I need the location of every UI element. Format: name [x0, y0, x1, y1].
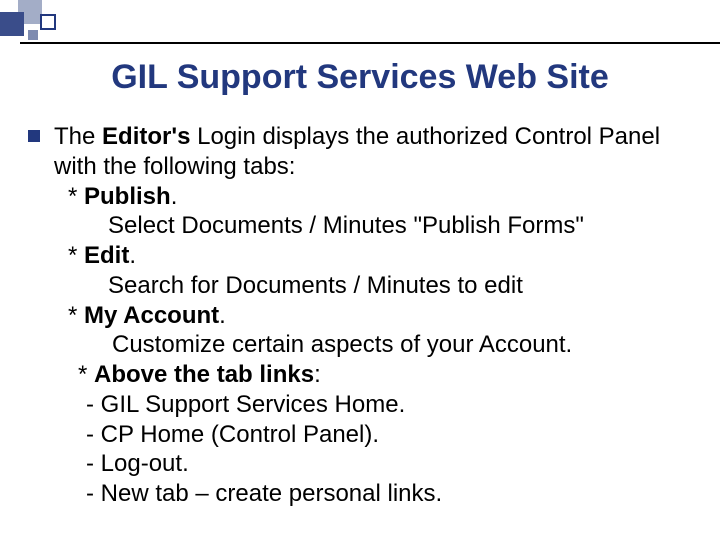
tab-desc: Select Documents / Minutes "Publish Form… [54, 211, 696, 241]
horizontal-rule [20, 42, 720, 44]
square-bullet-icon [28, 130, 40, 142]
link-item: - CP Home (Control Panel). [54, 420, 696, 450]
link-text: CP Home (Control Panel). [101, 421, 379, 448]
tab-desc: Search for Documents / Minutes to edit [54, 271, 696, 301]
intro-line: The Editor's Login displays the authoriz… [54, 122, 696, 182]
link-text: Log-out. [101, 450, 189, 477]
bullet-item: The Editor's Login displays the authoriz… [28, 122, 696, 509]
tab-heading: * Publish. [54, 182, 696, 212]
intro-before: The [54, 123, 102, 150]
tab-heading: * Edit. [54, 241, 696, 271]
intro-bold: Editor's [102, 123, 190, 150]
tab-name: Publish [84, 183, 171, 210]
tab-desc: Customize certain aspects of your Accoun… [54, 330, 696, 360]
link-item: - Log-out. [54, 449, 696, 479]
link-item: - New tab – create personal links. [54, 479, 696, 509]
above-label: Above the tab links [94, 361, 314, 388]
link-text: GIL Support Services Home. [101, 391, 406, 418]
tab-name: Edit [84, 242, 129, 269]
bullet-content: The Editor's Login displays the authoriz… [54, 122, 696, 509]
above-tabs-heading: * Above the tab links: [54, 360, 696, 390]
tab-name: My Account [84, 302, 219, 329]
link-text: New tab – create personal links. [101, 480, 443, 507]
slide-body: The Editor's Login displays the authoriz… [28, 122, 696, 509]
tab-heading: * My Account. [54, 301, 696, 331]
link-item: - GIL Support Services Home. [54, 390, 696, 420]
slide-title: GIL Support Services Web Site [0, 58, 720, 97]
